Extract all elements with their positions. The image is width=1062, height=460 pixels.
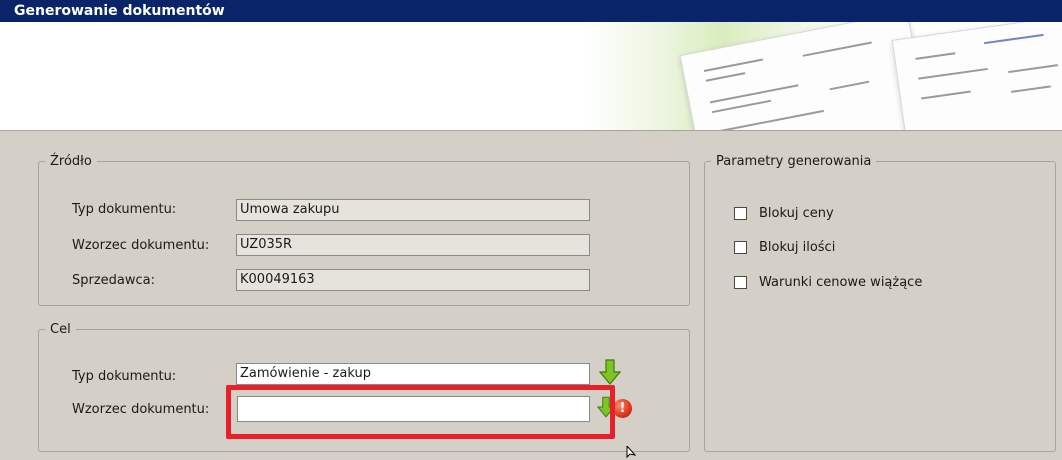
mouse-cursor-icon	[626, 446, 636, 459]
checkbox-binding-price-conditions[interactable]: Warunki cenowe wiążące	[734, 275, 922, 290]
checkbox-label: Blokuj ilości	[759, 240, 836, 255]
checkbox[interactable]	[734, 276, 747, 289]
error-icon: !	[613, 399, 632, 418]
checkbox[interactable]	[734, 207, 747, 220]
document-illustration	[679, 22, 933, 130]
green-down-arrow-icon[interactable]	[599, 359, 621, 385]
checkbox-block-prices[interactable]: Blokuj ceny	[734, 206, 834, 221]
target-doc-type-field[interactable]: Zamówienie - zakup	[236, 363, 590, 385]
source-seller-label: Sprzedawca:	[72, 273, 156, 288]
window-title: Generowanie dokumentów	[0, 0, 1062, 22]
checkbox-label: Warunki cenowe wiążące	[759, 275, 923, 290]
target-template-label: Wzorzec dokumentu:	[72, 402, 210, 417]
source-doc-type-label: Typ dokumentu:	[72, 202, 177, 217]
checkbox-label: Blokuj ceny	[759, 206, 834, 221]
target-doc-type-label: Typ dokumentu:	[72, 369, 177, 384]
checkbox-block-quantities[interactable]: Blokuj ilości	[734, 240, 835, 255]
params-group: Parametry generowania	[704, 154, 1056, 452]
target-legend: Cel	[50, 322, 71, 337]
source-doc-type-field: Umowa zakupu	[236, 199, 590, 221]
source-legend: Źródło	[50, 154, 92, 169]
banner-divider	[0, 130, 1062, 131]
source-seller-field: K00049163	[236, 269, 590, 291]
header-banner	[0, 22, 1062, 130]
source-template-label: Wzorzec dokumentu:	[72, 238, 210, 253]
checkbox[interactable]	[734, 241, 747, 254]
params-legend: Parametry generowania	[716, 154, 872, 169]
document-illustration	[891, 22, 1062, 130]
highlight-box	[226, 385, 615, 439]
source-template-field: UZ035R	[236, 234, 590, 256]
